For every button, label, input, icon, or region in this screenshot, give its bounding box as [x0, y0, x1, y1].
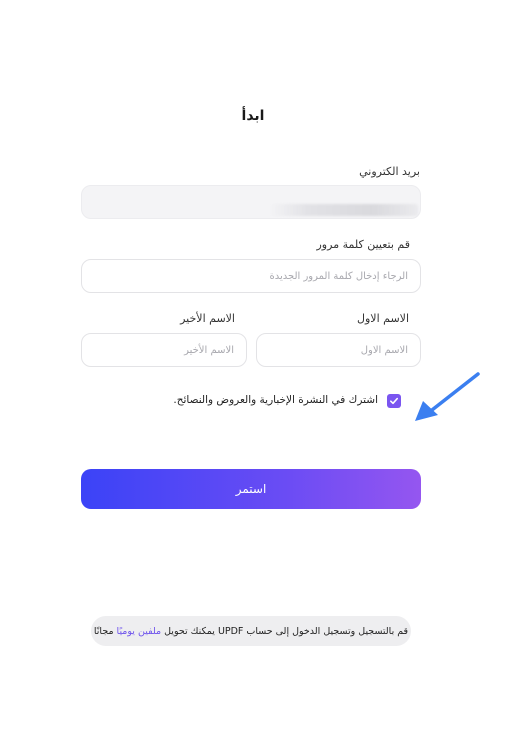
- newsletter-checkbox[interactable]: [387, 394, 401, 408]
- first-name-placeholder: الاسم الاول: [360, 344, 408, 356]
- password-placeholder: الرجاء إدخال كلمة المرور الجديدة: [269, 270, 408, 282]
- footer-text-after: مجانًا: [93, 625, 114, 637]
- email-label: بريد الكتروني: [359, 165, 420, 178]
- footer-promo: قم بالتسجيل وتسجيل الدخول إلى حساب UPDF …: [91, 616, 411, 646]
- last-name-placeholder: الاسم الأخير: [184, 344, 234, 356]
- email-redacted-value: [270, 204, 418, 216]
- last-name-field[interactable]: الاسم الأخير: [81, 333, 247, 367]
- first-name-field[interactable]: الاسم الاول: [256, 333, 421, 367]
- password-label: قم بتعيين كلمة مرور: [316, 238, 411, 251]
- first-name-label: الاسم الاول: [357, 312, 409, 325]
- newsletter-label: اشترك في النشرة الإخبارية والعروض والنصا…: [173, 394, 378, 406]
- email-field[interactable]: [81, 185, 421, 219]
- continue-button[interactable]: استمر: [81, 469, 421, 509]
- footer-text-before: قم بالتسجيل وتسجيل الدخول إلى حساب UPDF …: [164, 625, 409, 637]
- footer-link[interactable]: ملفين يوميًا: [117, 626, 162, 637]
- password-field[interactable]: الرجاء إدخال كلمة المرور الجديدة: [81, 259, 421, 293]
- continue-button-label: استمر: [235, 482, 267, 496]
- page-title: ابدأ: [241, 108, 265, 124]
- annotation-arrow-icon: [415, 372, 480, 421]
- checkmark-icon: [390, 397, 398, 405]
- last-name-label: الاسم الأخير: [180, 312, 235, 325]
